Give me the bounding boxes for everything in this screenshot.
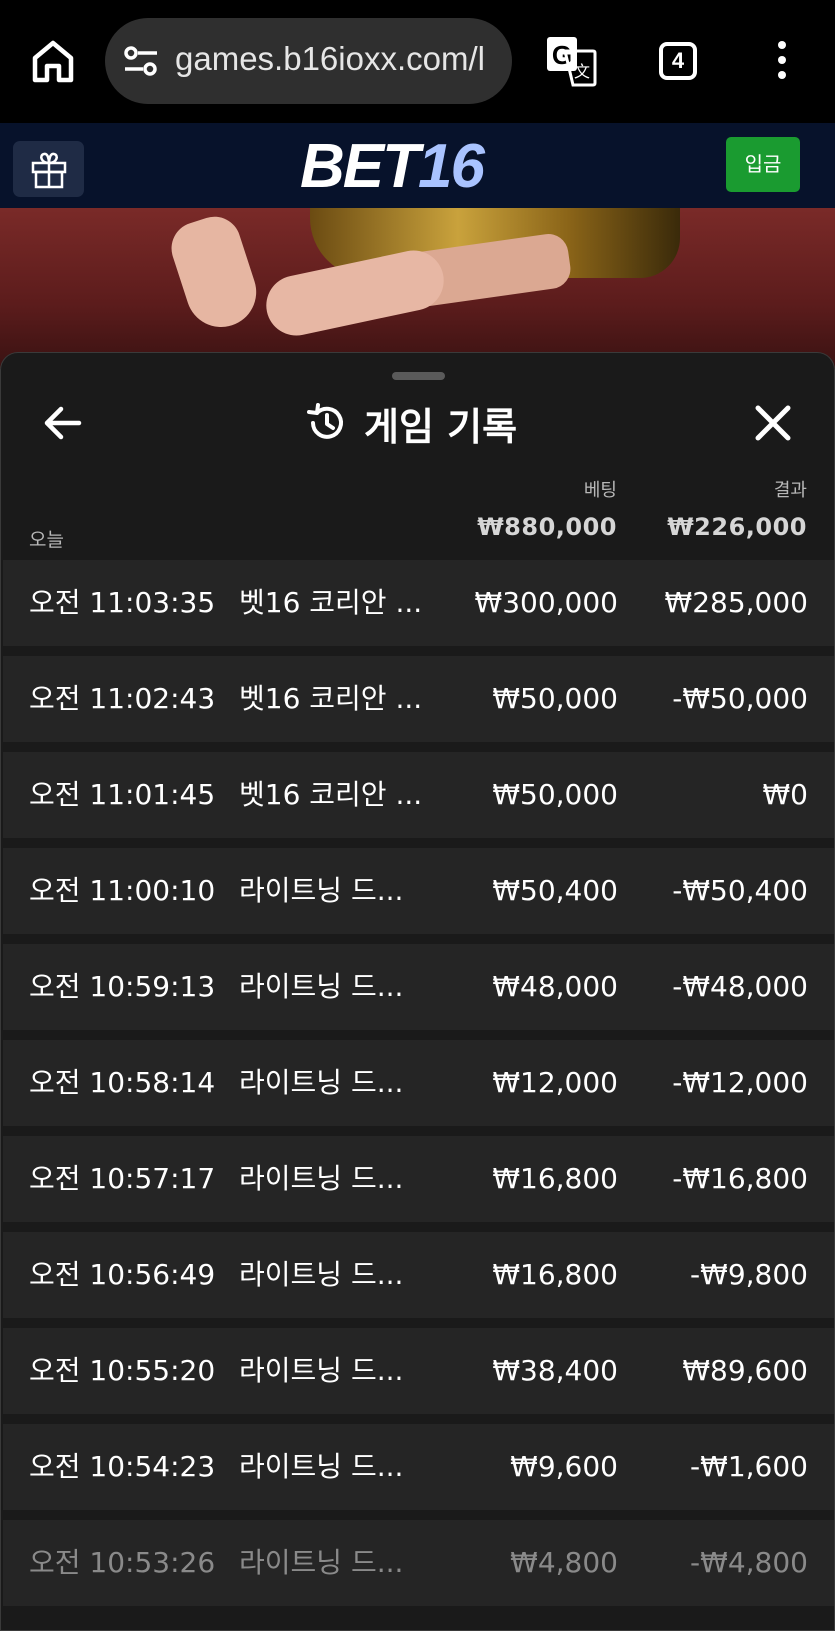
gift-icon (31, 152, 67, 189)
history-row[interactable]: 오전 11:01:45 벳16 코리안 ... ₩50,000 ₩0 (3, 752, 834, 838)
row-result: -₩16,800 (672, 1162, 808, 1195)
row-bet: ₩50,000 (492, 778, 618, 811)
row-game: 벳16 코리안 ... (239, 682, 423, 715)
row-time: 오전 10:57:17 (29, 1162, 216, 1195)
row-result: ₩0 (762, 778, 809, 811)
site-header: BET16 입금 (0, 123, 835, 208)
history-row[interactable]: 오전 10:59:13 라이트닝 드... ₩48,000 -₩48,000 (3, 944, 834, 1030)
game-history-sheet: 게임 기록 베팅 결과 오늘 ₩880,000 ₩226,000 오전 11:0… (0, 352, 835, 1631)
history-row[interactable]: 오전 11:00:10 라이트닝 드... ₩50,400 -₩50,400 (3, 848, 834, 934)
row-game: 라이트닝 드... (239, 1066, 404, 1099)
row-game: 벳16 코리안 ... (239, 586, 423, 619)
bet16-logo[interactable]: BET16 (300, 131, 485, 202)
deposit-button[interactable]: 입금 (726, 137, 800, 192)
row-bet: ₩50,400 (492, 874, 618, 907)
row-bet: ₩48,000 (492, 970, 618, 1003)
row-game: 라이트닝 드... (239, 970, 404, 1003)
row-game: 라이트닝 드... (239, 1258, 404, 1291)
row-result: -₩50,400 (672, 874, 808, 907)
drag-handle[interactable] (392, 372, 445, 380)
row-result: -₩9,800 (690, 1258, 808, 1291)
row-result: ₩89,600 (682, 1354, 808, 1387)
address-bar[interactable]: games.b16ioxx.com/l (105, 18, 512, 104)
history-row[interactable]: 오전 11:03:35 벳16 코리안 ... ₩300,000 ₩285,000 (3, 560, 834, 646)
row-bet: ₩38,400 (492, 1354, 618, 1387)
row-game: 라이트닝 드... (239, 1354, 404, 1387)
url-text[interactable]: games.b16ioxx.com/l (175, 40, 485, 78)
row-game: 라이트닝 드... (239, 1546, 404, 1579)
page-title: 게임 기록 (364, 404, 518, 449)
result-column-header: 결과 (773, 480, 807, 501)
tab-switcher-button[interactable]: 4 (659, 42, 697, 80)
site-settings-icon[interactable] (123, 45, 159, 77)
history-row[interactable]: 오전 10:55:20 라이트닝 드... ₩38,400 ₩89,600 (3, 1328, 834, 1414)
row-time: 오전 11:02:43 (29, 682, 216, 715)
bet-column-header: 베팅 (583, 480, 617, 501)
row-result: -₩4,800 (690, 1546, 808, 1579)
history-row[interactable]: 오전 10:53:26 라이트닝 드... ₩4,800 -₩4,800 (3, 1520, 834, 1606)
home-icon[interactable] (28, 36, 78, 86)
row-time: 오전 10:53:26 (29, 1546, 216, 1579)
browser-toolbar: games.b16ioxx.com/l G 文 4 (0, 0, 835, 123)
row-result: -₩12,000 (672, 1066, 808, 1099)
row-bet: ₩16,800 (492, 1162, 618, 1195)
history-row[interactable]: 오전 10:54:23 라이트닝 드... ₩9,600 -₩1,600 (3, 1424, 834, 1510)
row-game: 라이트닝 드... (239, 1450, 404, 1483)
row-result: -₩1,600 (690, 1450, 808, 1483)
row-time: 오전 11:00:10 (29, 874, 216, 907)
history-row[interactable]: 오전 11:02:43 벳16 코리안 ... ₩50,000 -₩50,000 (3, 656, 834, 742)
row-time: 오전 11:01:45 (29, 778, 216, 811)
history-list: 오전 11:03:35 벳16 코리안 ... ₩300,000 ₩285,000 오… (3, 560, 834, 1616)
back-arrow-icon[interactable] (41, 401, 85, 445)
row-game: 라이트닝 드... (239, 1162, 404, 1195)
live-game-video (0, 208, 835, 368)
row-time: 오전 10:55:20 (29, 1354, 216, 1387)
row-bet: ₩4,800 (510, 1546, 618, 1579)
date-group-label: 오늘 (29, 529, 64, 551)
row-time: 오전 10:54:23 (29, 1450, 216, 1483)
row-bet: ₩9,600 (510, 1450, 618, 1483)
row-time: 오전 10:56:49 (29, 1258, 216, 1291)
translate-icon[interactable]: G 文 (545, 35, 597, 87)
row-time: 오전 11:03:35 (29, 586, 216, 619)
history-row[interactable]: 오전 10:56:49 라이트닝 드... ₩16,800 -₩9,800 (3, 1232, 834, 1318)
history-row[interactable]: 오전 10:58:14 라이트닝 드... ₩12,000 -₩12,000 (3, 1040, 834, 1126)
close-icon[interactable] (753, 403, 793, 443)
row-bet: ₩50,000 (492, 682, 618, 715)
history-row[interactable]: 오전 10:57:17 라이트닝 드... ₩16,800 -₩16,800 (3, 1136, 834, 1222)
row-result: ₩285,000 (664, 586, 808, 619)
svg-text:文: 文 (574, 62, 590, 81)
panel-header: 게임 기록 (306, 398, 518, 449)
total-result: ₩226,000 (667, 513, 807, 541)
total-bet: ₩880,000 (477, 513, 617, 541)
history-icon (307, 403, 343, 439)
row-result: -₩48,000 (672, 970, 808, 1003)
row-bet: ₩16,800 (492, 1258, 618, 1291)
row-bet: ₩12,000 (492, 1066, 618, 1099)
row-time: 오전 10:58:14 (29, 1066, 216, 1099)
row-game: 벳16 코리안 ... (239, 778, 423, 811)
row-bet: ₩300,000 (474, 586, 618, 619)
more-menu-icon[interactable] (772, 40, 792, 80)
row-time: 오전 10:59:13 (29, 970, 216, 1003)
gift-button[interactable] (13, 141, 84, 197)
row-result: -₩50,000 (672, 682, 808, 715)
row-game: 라이트닝 드... (239, 874, 404, 907)
